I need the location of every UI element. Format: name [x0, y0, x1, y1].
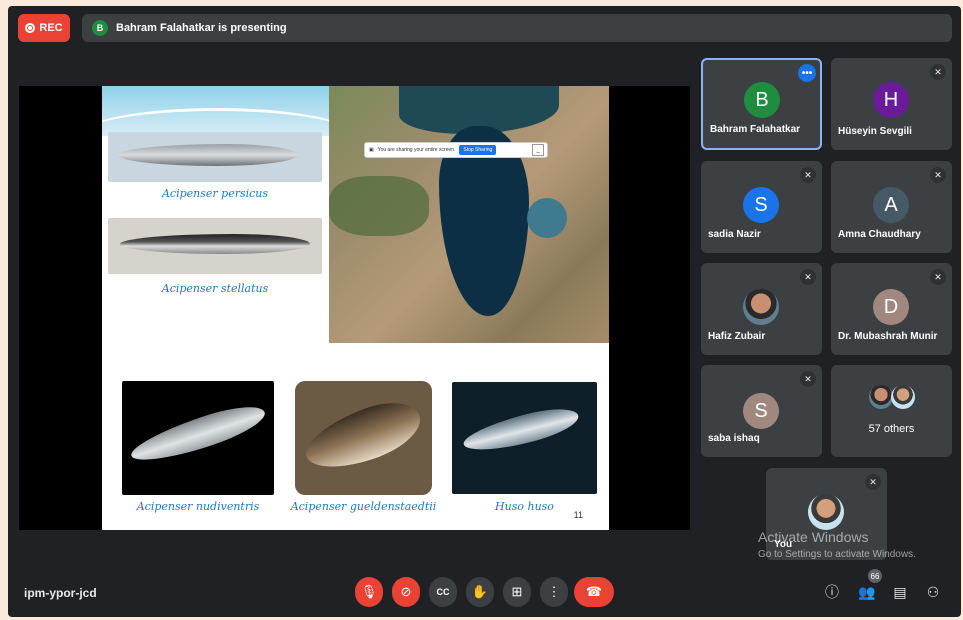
chat-icon[interactable]: ▤ — [890, 582, 910, 602]
mic-off-icon: ✕ — [930, 269, 946, 285]
participant-tile[interactable]: S ✕ sadia Nazir — [701, 161, 822, 253]
end-call-icon[interactable]: ☎ — [574, 577, 614, 607]
presenting-text: Bahram Falahatkar is presenting — [116, 22, 287, 34]
caption-gueldenstaedtii: Acipenser gueldenstaedtii — [290, 500, 437, 513]
mic-off-icon: ✕ — [865, 474, 881, 490]
participant-photo — [869, 385, 893, 409]
participant-avatar: A — [873, 187, 909, 223]
watermark-title: Activate Windows — [758, 529, 869, 545]
activate-windows-watermark: Activate Windows Go to Settings to activ… — [758, 529, 916, 560]
captions-icon[interactable]: CC — [429, 577, 457, 607]
participant-name: saba ishaq — [708, 433, 760, 444]
participant-name: Hüseyin Sevgili — [838, 126, 912, 137]
more-options-icon[interactable]: ••• — [798, 64, 816, 82]
fish-photo-persicus — [108, 132, 322, 182]
mic-off-icon: ✕ — [800, 269, 816, 285]
watermark-subtitle: Go to Settings to activate Windows. — [758, 549, 916, 560]
participant-name: sadia Nazir — [708, 229, 761, 240]
fish-photo-nudiventris — [122, 381, 274, 495]
participant-tile[interactable]: H ✕ Hüseyin Sevgili — [831, 58, 952, 150]
caption-persicus: Acipenser persicus — [161, 187, 269, 200]
participant-tile[interactable]: B ••• Bahram Falahatkar — [701, 58, 822, 150]
participant-name: Bahram Falahatkar — [710, 124, 801, 135]
screen-share-notice: ▣ You are sharing your entire screen. St… — [364, 142, 548, 158]
slide-page-number: 11 — [573, 510, 583, 520]
participant-name: Dr. Mubashrah Munir — [838, 331, 938, 342]
participant-name: Amna Chaudhary — [838, 229, 921, 240]
share-icon: ▣ — [369, 147, 374, 153]
participant-photo — [891, 385, 915, 409]
participant-name: Hafiz Zubair — [708, 331, 766, 342]
others-tile[interactable]: 57 others — [831, 365, 952, 457]
more-options-icon[interactable]: ⋮ — [540, 577, 568, 607]
shared-slide: Acipenser persicus Acipenser stellatus ▣… — [102, 86, 609, 530]
raise-hand-icon[interactable]: ✋ — [466, 577, 494, 607]
presentation-stage: Acipenser persicus Acipenser stellatus ▣… — [19, 86, 690, 530]
slide-banner — [102, 86, 352, 136]
presenting-banner: B Bahram Falahatkar is presenting — [82, 14, 952, 42]
recording-badge[interactable]: REC — [18, 14, 70, 42]
participant-avatar: S — [743, 393, 779, 429]
fish-photo-gueldenstaedtii — [295, 381, 432, 495]
fish-photo-huso — [452, 382, 597, 494]
hide-notice-button[interactable]: _ — [532, 144, 544, 156]
share-message: You are sharing your entire screen. — [377, 147, 456, 153]
self-photo — [808, 494, 844, 530]
others-count-label: 57 others — [868, 423, 915, 435]
stop-sharing-button[interactable]: Stop Sharing — [459, 145, 497, 155]
people-count-badge: 66 — [868, 569, 882, 583]
caption-nudiventris: Acipenser nudiventris — [136, 500, 260, 513]
info-icon[interactable]: ⓘ — [822, 582, 842, 602]
mic-off-icon: ✕ — [800, 371, 816, 387]
record-icon — [25, 23, 36, 33]
participant-avatar: H — [873, 82, 909, 118]
participant-photo — [743, 289, 779, 325]
fish-photo-stellatus — [108, 218, 322, 274]
meet-window: REC B Bahram Falahatkar is presenting Ac… — [8, 6, 961, 617]
top-bar: REC B Bahram Falahatkar is presenting — [8, 6, 961, 50]
participant-avatar: B — [744, 82, 780, 118]
participant-tile[interactable]: A ✕ Amna Chaudhary — [831, 161, 952, 253]
meeting-code: ipm-ypor-jcd — [24, 586, 97, 600]
participant-avatar: D — [873, 289, 909, 325]
participant-avatar: S — [743, 187, 779, 223]
caption-stellatus: Acipenser stellatus — [161, 282, 269, 295]
caspian-sea-map — [329, 86, 609, 343]
mic-off-icon: ✕ — [930, 167, 946, 183]
camera-off-icon[interactable]: ⊘ — [392, 577, 420, 607]
people-icon[interactable]: 👥 — [857, 582, 877, 602]
mic-off-icon: ✕ — [800, 167, 816, 183]
mic-off-icon: ✕ — [930, 64, 946, 80]
participant-tile[interactable]: D ✕ Dr. Mubashrah Munir — [831, 263, 952, 355]
activities-icon[interactable]: ⚇ — [923, 582, 943, 602]
participant-tile[interactable]: ✕ Hafiz Zubair — [701, 263, 822, 355]
presenter-avatar: B — [92, 20, 108, 36]
participant-tile[interactable]: S ✕ saba ishaq — [701, 365, 822, 457]
recording-label: REC — [39, 22, 63, 34]
present-icon[interactable]: ⊞ — [503, 577, 531, 607]
mic-off-icon[interactable]: 🎙 — [355, 577, 383, 607]
